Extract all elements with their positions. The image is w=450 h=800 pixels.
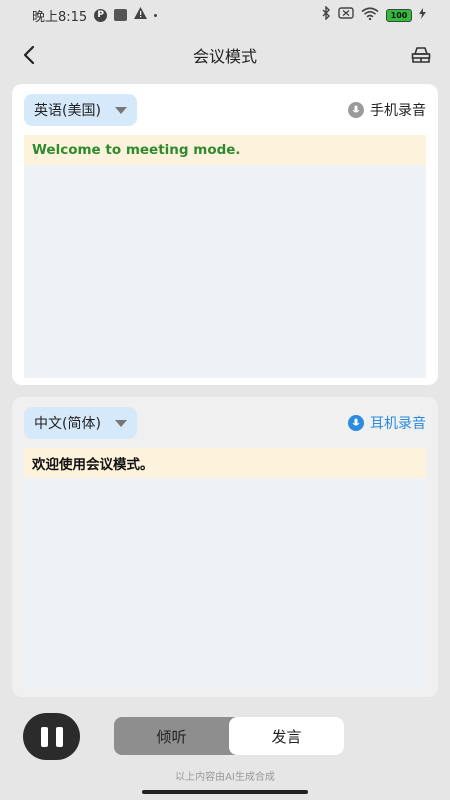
mic-icon <box>348 102 364 118</box>
status-bar: 晚上8:15 P 100 <box>0 0 450 30</box>
app-bar: 会议模式 <box>0 34 450 76</box>
tab-listen[interactable]: 倾听 <box>114 717 229 755</box>
source-language-label: 英语(美国) <box>34 103 101 119</box>
source-panel: 英语(美国) 手机录音 Welcome to meeting mode. <box>12 84 438 385</box>
source-language-select[interactable]: 英语(美国) <box>24 94 137 126</box>
source-text-area[interactable]: Welcome to meeting mode. <box>24 135 426 378</box>
status-time: 晚上8:15 <box>32 9 88 25</box>
tab-speak[interactable]: 发言 <box>229 717 344 755</box>
pause-button[interactable] <box>23 713 80 760</box>
battery-icon: 100 <box>386 8 412 22</box>
headset-mic-label: 耳机录音 <box>370 416 426 432</box>
status-right: 100 <box>322 5 426 24</box>
pause-icon-bar-left <box>40 726 48 747</box>
bluetooth-icon <box>322 5 331 24</box>
home-indicator[interactable] <box>142 790 308 794</box>
target-text: 欢迎使用会议模式。 <box>24 448 426 478</box>
ai-disclaimer: 以上内容由AI生成合成 <box>175 772 275 783</box>
charging-icon <box>419 7 426 23</box>
target-language-select[interactable]: 中文(简体) <box>24 407 137 439</box>
no-sim-icon <box>338 7 354 23</box>
source-panel-header: 英语(美国) 手机录音 <box>24 94 426 126</box>
pause-icon-bar-right <box>55 726 63 747</box>
parking-icon: P <box>94 8 108 22</box>
eraser-icon <box>411 47 431 63</box>
target-text-area[interactable]: 欢迎使用会议模式。 <box>24 448 426 688</box>
status-left: 晚上8:15 P <box>32 6 158 25</box>
wifi-icon <box>361 6 379 24</box>
clear-button[interactable] <box>408 42 434 68</box>
caret-down-icon <box>114 419 127 427</box>
bottom-controls: 倾听 发言 <box>0 710 450 766</box>
target-panel-header: 中文(简体) 耳机录音 <box>24 407 426 439</box>
mode-segmented-control: 倾听 发言 <box>114 717 344 755</box>
page-title: 会议模式 <box>192 47 257 66</box>
target-language-label: 中文(简体) <box>34 416 101 432</box>
headset-mic-toggle[interactable]: 耳机录音 <box>348 413 426 433</box>
caret-down-icon <box>114 106 127 114</box>
target-panel: 中文(简体) 耳机录音 欢迎使用会议模式。 <box>12 397 438 697</box>
more-notifications-icon <box>154 13 158 17</box>
gallery-icon <box>114 9 128 21</box>
source-text: Welcome to meeting mode. <box>24 135 426 165</box>
back-button[interactable] <box>16 42 42 68</box>
phone-mic-label: 手机录音 <box>370 103 426 119</box>
phone-mic-toggle[interactable]: 手机录音 <box>348 100 426 120</box>
chevron-left-icon <box>23 45 35 65</box>
mic-icon <box>348 415 364 431</box>
warning-icon <box>134 7 148 23</box>
